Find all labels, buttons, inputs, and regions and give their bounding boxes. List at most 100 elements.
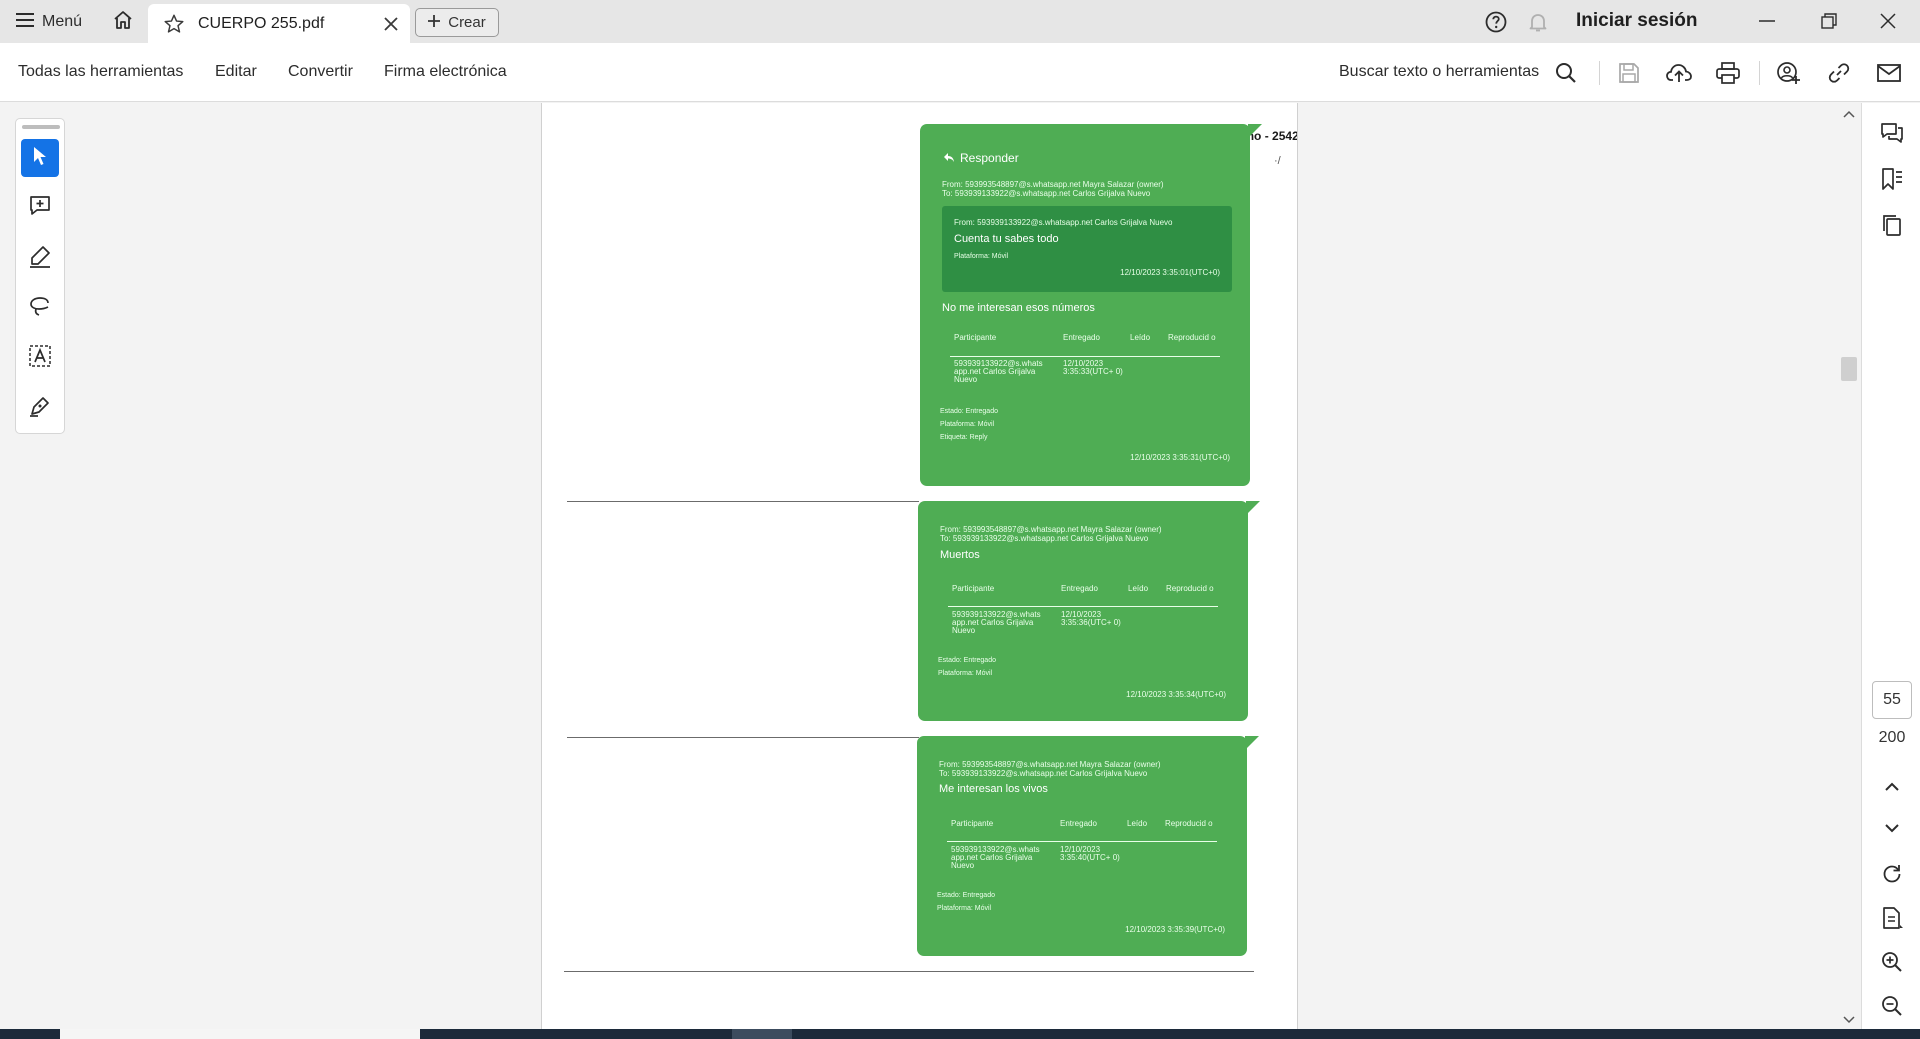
delivered-cell: 12/10/2023 3:35:36(UTC+ 0) (1061, 610, 1121, 627)
tag-line: Etiqueta: Reply (940, 434, 988, 441)
close-tab-icon[interactable] (380, 13, 402, 35)
sign-in-button[interactable]: Iniciar sesión (1576, 10, 1697, 32)
reply-label: Responder (944, 152, 1019, 164)
home-button[interactable] (108, 8, 138, 36)
mail-icon[interactable] (1876, 60, 1902, 86)
draw-tool-button[interactable] (21, 289, 59, 327)
scroll-up-icon[interactable] (1843, 108, 1855, 120)
tab-title: CUERPO 255.pdf (198, 14, 325, 32)
table-rule (947, 841, 1217, 842)
create-button[interactable]: Crear (415, 8, 499, 37)
separator-line (564, 971, 1254, 972)
highlight-pen-icon (28, 244, 52, 273)
quoted-platform: Plataforma: Móvil (954, 253, 1009, 260)
all-tools-link[interactable]: Todas las herramientas (18, 63, 183, 81)
save-icon[interactable] (1616, 60, 1642, 86)
message-bubble-3: From: 593993548897@s.whatsapp.net Mayra … (917, 736, 1259, 956)
sign-tool-button[interactable] (21, 389, 59, 427)
convert-link[interactable]: Convertir (288, 63, 353, 81)
fit-page-icon[interactable] (1878, 904, 1906, 932)
print-icon[interactable] (1715, 60, 1741, 86)
highlight-tool-button[interactable] (21, 239, 59, 277)
main-toolbar: Todas las herramientas Editar Convertir … (0, 43, 1920, 102)
header-leido: Leído (1130, 333, 1151, 342)
quoted-text: Cuenta tu sabes todo (954, 233, 1059, 245)
status-line: Estado: Entregado (940, 408, 998, 415)
comments-icon[interactable] (1878, 119, 1906, 147)
select-arrow-icon (31, 146, 49, 171)
scroll-down-icon[interactable] (1843, 1012, 1855, 1024)
plus-icon (428, 14, 441, 31)
header-reproducido: Reproducid o (1165, 819, 1213, 828)
taskbar-active-app[interactable] (732, 1029, 792, 1039)
edit-link[interactable]: Editar (215, 63, 257, 81)
scroll-thumb[interactable] (1841, 357, 1857, 381)
table-rule (948, 606, 1218, 607)
text-tool-button[interactable] (21, 339, 59, 377)
upload-cloud-icon[interactable] (1666, 60, 1692, 86)
separator-line (567, 737, 919, 738)
search-tools-label[interactable]: Buscar texto o herramientas (1339, 63, 1539, 81)
platform-line: Plataforma: Móvil (937, 905, 992, 912)
os-taskbar (0, 1029, 1920, 1039)
vertical-scrollbar[interactable] (1838, 103, 1858, 1029)
toolbar-divider (1599, 61, 1600, 85)
bell-icon[interactable] (1526, 10, 1550, 34)
table-rule (950, 356, 1220, 357)
header-reproducido: Reproducid o (1168, 333, 1216, 342)
search-icon[interactable] (1553, 60, 1579, 86)
header-entregado: Entregado (1061, 584, 1098, 593)
zoom-out-icon[interactable] (1878, 992, 1906, 1020)
message-to: To: 593939133922@s.whatsapp.net Carlos G… (939, 769, 1148, 778)
message-to: To: 593939133922@s.whatsapp.net Carlos G… (942, 189, 1151, 198)
header-entregado: Entregado (1063, 333, 1100, 342)
share-user-icon[interactable] (1775, 60, 1801, 86)
message-time: 12/10/2023 3:35:39(UTC+0) (1125, 925, 1225, 934)
message-from: From: 593993548897@s.whatsapp.net Mayra … (940, 525, 1162, 534)
platform-line: Plataforma: Móvil (940, 421, 995, 428)
participant-cell: 593939133922@s.whats app.net Carlos Grij… (954, 359, 1043, 384)
status-line: Estado: Entregado (938, 657, 996, 664)
message-text: Muertos (940, 549, 980, 561)
link-icon[interactable] (1826, 60, 1852, 86)
current-page-input[interactable]: 55 (1872, 681, 1912, 719)
header-leido: Leído (1128, 584, 1149, 593)
separator-line (567, 501, 919, 502)
star-icon[interactable] (162, 12, 186, 36)
header-participante: Participante (954, 333, 997, 342)
quoted-from: From: 593939133922@s.whatsapp.net Carlos… (954, 218, 1173, 227)
quoted-time: 12/10/2023 3:35:01(UTC+0) (1120, 268, 1220, 277)
page-mark: ·/ (1274, 155, 1281, 167)
status-line: Estado: Entregado (937, 892, 995, 899)
zoom-in-icon[interactable] (1878, 948, 1906, 976)
header-leido: Leído (1127, 819, 1148, 828)
rotate-icon[interactable] (1878, 860, 1906, 888)
message-text: No me interesan esos números (942, 302, 1095, 314)
chevron-up-icon[interactable] (1878, 773, 1906, 801)
taskbar-search-box[interactable] (60, 1029, 420, 1039)
close-window-icon[interactable] (1864, 6, 1912, 36)
add-comment-button[interactable] (21, 189, 59, 227)
restore-icon[interactable] (1805, 6, 1853, 36)
header-entregado: Entregado (1060, 819, 1097, 828)
pages-icon[interactable] (1878, 211, 1906, 239)
quick-tools-rail (15, 118, 65, 434)
chevron-down-icon[interactable] (1878, 814, 1906, 842)
header-reproducido: Reproducid o (1166, 584, 1214, 593)
quoted-message: From: 593939133922@s.whatsapp.net Carlos… (942, 206, 1232, 292)
message-time: 12/10/2023 3:35:31(UTC+0) (1130, 453, 1230, 462)
menu-button[interactable]: Menú (16, 11, 82, 33)
esign-link[interactable]: Firma electrónica (384, 63, 507, 81)
tab-document[interactable]: CUERPO 255.pdf (148, 4, 410, 43)
delivered-cell: 12/10/2023 3:35:40(UTC+ 0) (1060, 845, 1120, 862)
select-tool-button[interactable] (21, 139, 59, 177)
add-comment-icon (28, 194, 52, 223)
header-participante: Participante (951, 819, 994, 828)
help-icon[interactable] (1484, 10, 1508, 34)
rail-drag-handle[interactable] (22, 125, 60, 129)
minimize-icon[interactable] (1743, 6, 1791, 36)
menu-label: Menú (42, 13, 83, 30)
create-label: Crear (448, 14, 486, 31)
bookmarks-icon[interactable] (1878, 165, 1906, 193)
toolbar-divider (1759, 61, 1760, 85)
